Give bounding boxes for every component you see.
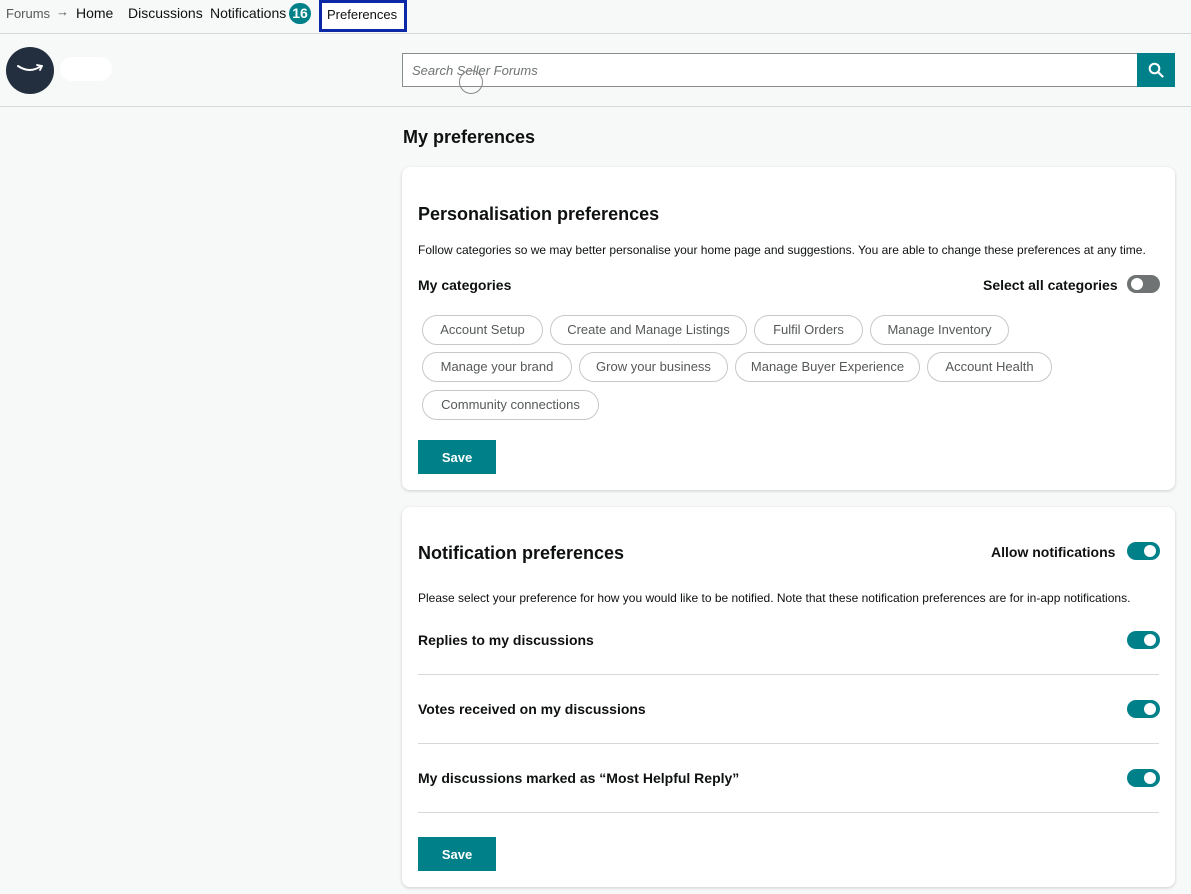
search-button[interactable]	[1137, 53, 1175, 87]
replies-toggle[interactable]	[1127, 631, 1160, 649]
allow-notifications-label: Allow notifications	[991, 544, 1116, 560]
notification-description: Please select your preference for how yo…	[418, 591, 1131, 605]
nav-home[interactable]: Home	[76, 5, 113, 21]
toggle-knob	[1144, 772, 1156, 784]
nav-preferences-label: Preferences	[327, 7, 398, 22]
notification-option-label: Votes received on my discussions	[418, 701, 646, 717]
breadcrumb-forums[interactable]: Forums	[6, 6, 50, 21]
logo-wordmark	[60, 57, 112, 81]
allow-notifications-toggle[interactable]	[1127, 542, 1160, 560]
page-title: My preferences	[403, 127, 536, 147]
mouse-cursor	[459, 70, 483, 94]
toggle-knob	[1144, 545, 1156, 557]
nav-notifications[interactable]: Notifications	[210, 5, 286, 21]
divider	[418, 812, 1159, 813]
my-categories-label: My categories	[418, 277, 512, 293]
category-chip[interactable]: Manage Inventory	[870, 315, 1009, 345]
category-chip[interactable]: Fulfil Orders	[754, 315, 863, 345]
amazon-logo[interactable]	[6, 47, 54, 94]
notification-option-label: Replies to my discussions	[418, 632, 594, 648]
toggle-knob	[1144, 703, 1156, 715]
category-chip[interactable]: Account Setup	[422, 315, 543, 345]
search-icon	[1148, 62, 1164, 78]
notification-save-button[interactable]: Save	[418, 837, 496, 871]
select-all-toggle[interactable]	[1127, 275, 1160, 293]
toggle-knob	[1144, 634, 1156, 646]
category-chip[interactable]: Manage your brand	[422, 352, 572, 382]
most-helpful-toggle[interactable]	[1127, 769, 1160, 787]
votes-toggle[interactable]	[1127, 700, 1160, 718]
divider	[418, 743, 1159, 744]
site-header	[0, 34, 1191, 107]
notification-card: Notification preferences Allow notificat…	[402, 507, 1175, 887]
arrow-right-icon: →	[56, 4, 69, 19]
personalisation-title: Personalisation preferences	[418, 204, 660, 224]
smile-arrow-icon	[17, 64, 43, 71]
toggle-knob	[1131, 278, 1143, 290]
category-chip[interactable]: Grow your business	[579, 352, 728, 382]
search-input[interactable]	[402, 53, 1137, 87]
nav-discussions[interactable]: Discussions	[128, 5, 203, 21]
category-chip[interactable]: Account Health	[927, 352, 1052, 382]
notification-title: Notification preferences	[418, 543, 625, 563]
notification-option-label: My discussions marked as “Most Helpful R…	[418, 770, 740, 786]
divider	[418, 674, 1159, 675]
notifications-count-badge: 16	[289, 3, 311, 24]
select-all-label: Select all categories	[983, 277, 1118, 293]
category-chip[interactable]: Manage Buyer Experience	[735, 352, 920, 382]
category-chip[interactable]: Community connections	[422, 390, 599, 420]
nav-preferences[interactable]: Preferences	[319, 0, 407, 32]
personalisation-description: Follow categories so we may better perso…	[418, 243, 1146, 257]
personalisation-save-button[interactable]: Save	[418, 440, 496, 474]
category-chip[interactable]: Create and Manage Listings	[550, 315, 747, 345]
top-nav: Forums → Home Discussions Notifications …	[0, 0, 1191, 34]
personalisation-card: Personalisation preferences Follow categ…	[402, 167, 1175, 490]
